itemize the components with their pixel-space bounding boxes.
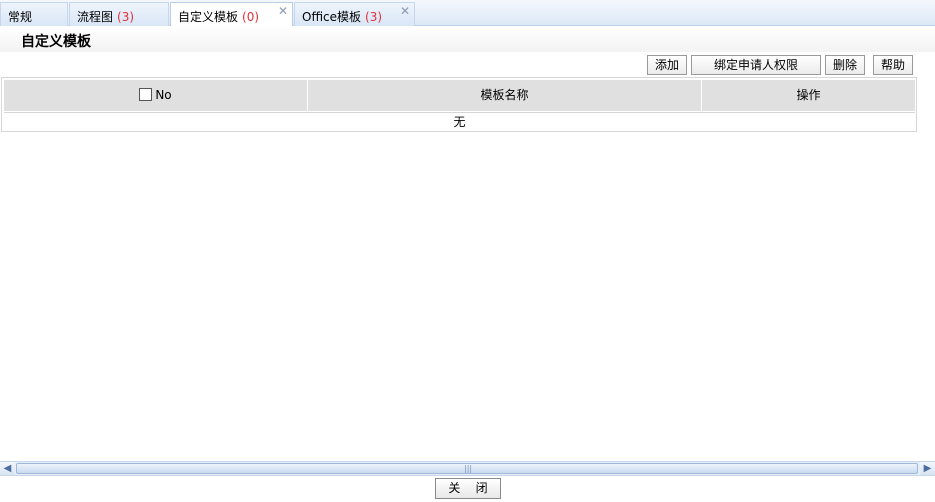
scrollbar-thumb[interactable]: ||| [16, 463, 918, 474]
help-button[interactable]: 帮助 [873, 55, 913, 75]
column-no: No [4, 80, 308, 111]
arrow-right-icon[interactable]: ▶ [920, 462, 935, 475]
tab-custom-template[interactable]: 自定义模板 (0) ✕ [170, 2, 293, 27]
close-button[interactable]: 关 闭 [435, 478, 501, 499]
tab-count: (0) [242, 10, 260, 24]
tab-flowchart[interactable]: 流程图 (3) [69, 2, 169, 26]
page-title: 自定义模板 [21, 34, 91, 50]
tab-count: (3) [117, 10, 135, 24]
tab-label: Office模板 [302, 10, 362, 24]
close-icon[interactable]: ✕ [400, 4, 410, 18]
add-button[interactable]: 添加 [647, 55, 687, 75]
column-label: 操作 [796, 88, 821, 102]
template-table: No 模板名称 操作 无 [1, 77, 917, 132]
column-label: No [155, 88, 172, 102]
bind-applicant-permission-button[interactable]: 绑定申请人权限 [691, 55, 821, 75]
arrow-left-icon[interactable]: ◀ [0, 462, 15, 475]
empty-message: 无 [453, 115, 466, 129]
tab-label: 流程图 [77, 10, 114, 24]
tab-strip: 常规 流程图 (3) 自定义模板 (0) ✕ Office模板 (3) ✕ [0, 0, 935, 27]
tab-label: 自定义模板 [178, 10, 239, 24]
select-all-checkbox[interactable] [139, 88, 153, 101]
app-window: 常规 流程图 (3) 自定义模板 (0) ✕ Office模板 (3) ✕ 自定义模板… [0, 0, 935, 502]
title-bar: 自定义模板 [0, 26, 935, 52]
column-template-name: 模板名称 [308, 80, 702, 111]
column-actions: 操作 [702, 80, 915, 111]
tab-label: 常规 [8, 10, 33, 24]
tab-count: (3) [365, 10, 383, 24]
delete-button[interactable]: 删除 [825, 55, 865, 75]
tab-general[interactable]: 常规 [0, 2, 68, 26]
column-label: 模板名称 [480, 88, 529, 102]
grip-icon: ||| [464, 464, 473, 473]
table-header: No 模板名称 操作 [4, 80, 915, 111]
tab-office-template[interactable]: Office模板 (3) ✕ [294, 2, 415, 26]
table-row: 无 [4, 112, 915, 130]
close-icon[interactable]: ✕ [278, 4, 288, 18]
horizontal-scrollbar[interactable]: ◀ ||| ▶ [0, 461, 935, 476]
